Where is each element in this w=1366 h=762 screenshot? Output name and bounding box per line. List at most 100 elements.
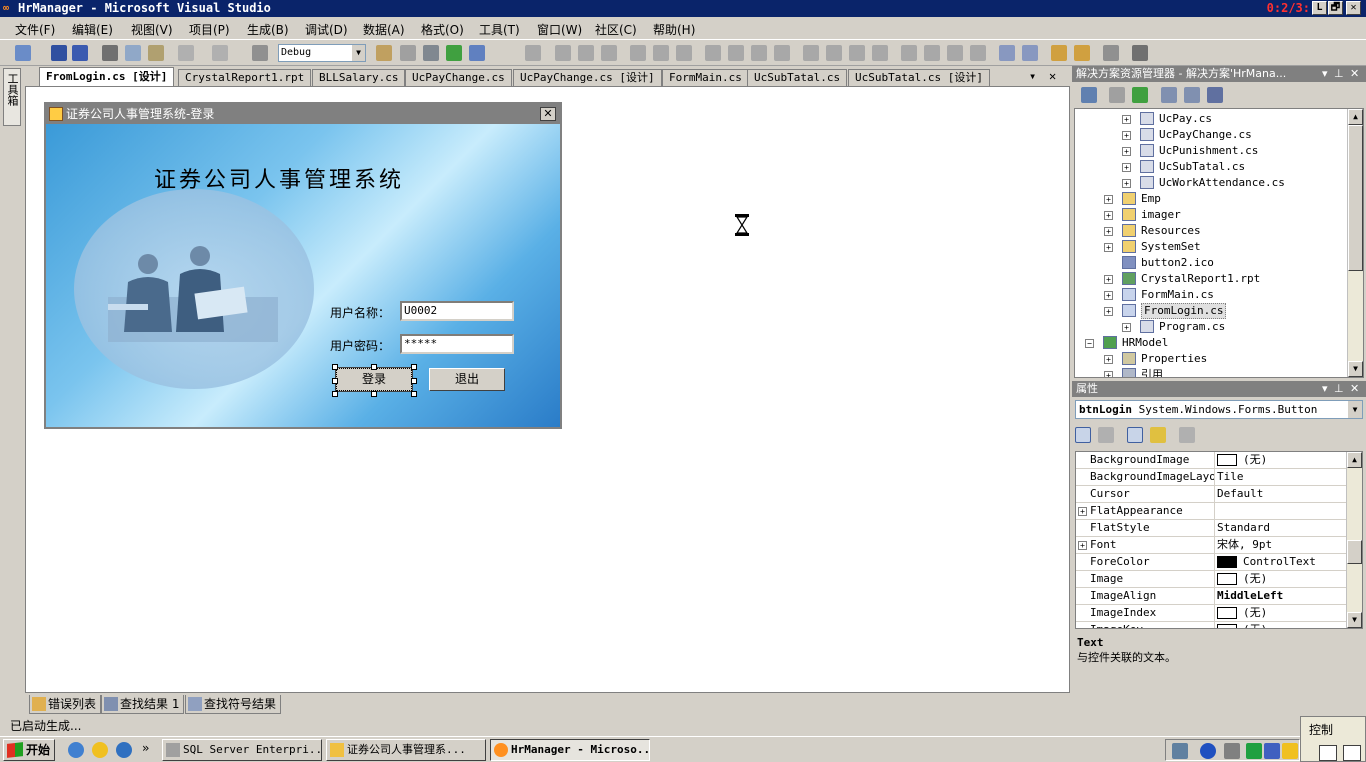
view-code-icon[interactable] [1161,87,1177,103]
menu-edit[interactable]: 编辑(E) [72,21,113,38]
ie-icon[interactable] [116,742,132,758]
menu-data[interactable]: 数据(A) [363,21,405,38]
redo-icon[interactable] [212,45,228,61]
save-all-icon[interactable] [72,45,88,61]
bring-to-front-icon[interactable] [1051,45,1067,61]
menu-format[interactable]: 格式(O) [421,21,464,38]
tree-item[interactable]: + Program.cs [1075,319,1347,335]
lock-controls-icon[interactable] [1132,45,1148,61]
network-icon[interactable] [1172,743,1188,759]
tree-item[interactable]: − HRModel [1075,335,1347,351]
new-project-icon[interactable] [15,45,31,61]
close-icon[interactable]: ✕ [1350,66,1359,82]
tree-item[interactable]: + UcPayChange.cs [1075,127,1347,143]
expand-icon[interactable]: + [1104,355,1113,364]
resize-handle[interactable] [411,364,417,370]
h-spacing-decrease-icon[interactable] [849,45,865,61]
show-all-files-icon[interactable] [1109,87,1125,103]
resize-handle[interactable] [371,391,377,397]
tree-item[interactable]: + SystemSet [1075,239,1347,255]
scroll-down-icon[interactable]: ▼ [1347,612,1362,628]
tree-item[interactable]: + UcPay.cs [1075,111,1347,127]
undo-icon[interactable] [178,45,194,61]
send-to-back-icon[interactable] [1074,45,1090,61]
class-diagram-icon[interactable] [1207,87,1223,103]
dropdown-icon[interactable]: ▾ [1322,381,1328,397]
expand-icon[interactable]: + [1122,163,1131,172]
tab-bllsalary[interactable]: BLLSalary.cs [312,69,406,86]
exit-button[interactable]: 退出 [429,368,505,391]
cut-icon[interactable] [102,45,118,61]
align-grid-icon[interactable] [525,45,541,61]
make-same-height-icon[interactable] [728,45,744,61]
close-document-icon[interactable]: ✕ [1049,69,1056,83]
start-debug-icon[interactable] [252,45,268,61]
pin-icon[interactable]: ⊥ [1334,66,1344,82]
tab-ucpaychange[interactable]: UcPayChange.cs [405,69,512,86]
h-spacing-increase-icon[interactable] [826,45,842,61]
active-files-dropdown-icon[interactable]: ▾ [1029,69,1036,83]
tab-crystalreport[interactable]: CrystalReport1.rpt [178,69,312,86]
tree-item[interactable]: + 引用 [1075,367,1347,377]
h-spacing-remove-icon[interactable] [872,45,888,61]
scroll-thumb[interactable] [1347,540,1362,564]
menu-file[interactable]: 文件(F) [15,21,55,38]
expand-icon[interactable]: + [1078,541,1087,550]
tab-formmain[interactable]: FormMain.cs [662,69,749,86]
property-row[interactable]: ImageIndex (无) [1076,605,1348,622]
property-row[interactable]: ImageKey (无) [1076,622,1348,628]
expand-icon[interactable]: + [1122,323,1131,332]
properties-icon[interactable] [1081,87,1097,103]
toolbox-icon[interactable] [423,45,439,61]
make-same-width-icon[interactable] [705,45,721,61]
view-designer-icon[interactable] [1184,87,1200,103]
property-row[interactable]: BackgroundImageLayou Tile [1076,469,1348,486]
scroll-up-icon[interactable]: ▲ [1348,109,1363,125]
property-row[interactable]: BackgroundImage (无) [1076,452,1348,469]
property-value[interactable]: Tile [1217,469,1348,485]
menu-debug[interactable]: 调试(D) [305,21,348,38]
login-button[interactable]: 登录 [335,367,413,392]
menu-help[interactable]: 帮助(H) [653,21,695,38]
size-to-grid-icon[interactable] [774,45,790,61]
property-scrollbar[interactable]: ▲ ▼ [1346,452,1362,628]
security-icon[interactable] [1246,743,1262,759]
property-value[interactable]: ControlText [1217,554,1348,570]
tree-item[interactable]: + Properties [1075,351,1347,367]
qq-icon[interactable] [92,742,108,758]
menu-window[interactable]: 窗口(W) [537,21,582,38]
menu-project[interactable]: 项目(P) [189,21,230,38]
dropdown-icon[interactable]: ▾ [1322,66,1328,82]
menu-build[interactable]: 生成(B) [247,21,289,38]
expand-icon[interactable]: + [1104,195,1113,204]
tree-item[interactable]: + imager [1075,207,1347,223]
make-same-size-icon[interactable] [751,45,767,61]
tab-ucsubtatal-design[interactable]: UcSubTatal.cs [设计] [848,69,990,86]
command-window-icon[interactable] [469,45,485,61]
property-value[interactable]: (无) [1217,452,1348,468]
tab-error-list[interactable]: 错误列表 [29,695,102,714]
expand-icon[interactable]: + [1104,291,1113,300]
pin-icon[interactable]: ⊥ [1334,381,1344,397]
tree-scrollbar[interactable]: ▲ ▼ [1347,109,1363,377]
property-row[interactable]: ImageAlign MiddleLeft [1076,588,1348,605]
resize-handle[interactable] [332,378,338,384]
resize-handle[interactable] [332,364,338,370]
expand-icon[interactable]: + [1104,243,1113,252]
form-close-icon[interactable]: ✕ [540,107,556,121]
tab-order-icon[interactable] [1103,45,1119,61]
align-lefts-icon[interactable] [555,45,571,61]
tab-find-results[interactable]: 查找结果 1 [101,695,185,714]
tree-item[interactable]: + FormMain.cs [1075,287,1347,303]
object-selector[interactable]: btnLogin System.Windows.Forms.Button ▼ [1075,400,1363,419]
property-value[interactable]: Standard [1217,520,1348,536]
resize-handle[interactable] [371,364,377,370]
property-value[interactable]: (无) [1217,622,1348,628]
align-rights-icon[interactable] [601,45,617,61]
toolbox-tab[interactable]: 工具箱 [3,68,21,126]
expand-icon[interactable]: + [1122,179,1131,188]
center-horizontally-icon[interactable] [999,45,1015,61]
expand-icon[interactable]: + [1122,131,1131,140]
v-spacing-increase-icon[interactable] [924,45,940,61]
property-value[interactable]: Default [1217,486,1348,502]
